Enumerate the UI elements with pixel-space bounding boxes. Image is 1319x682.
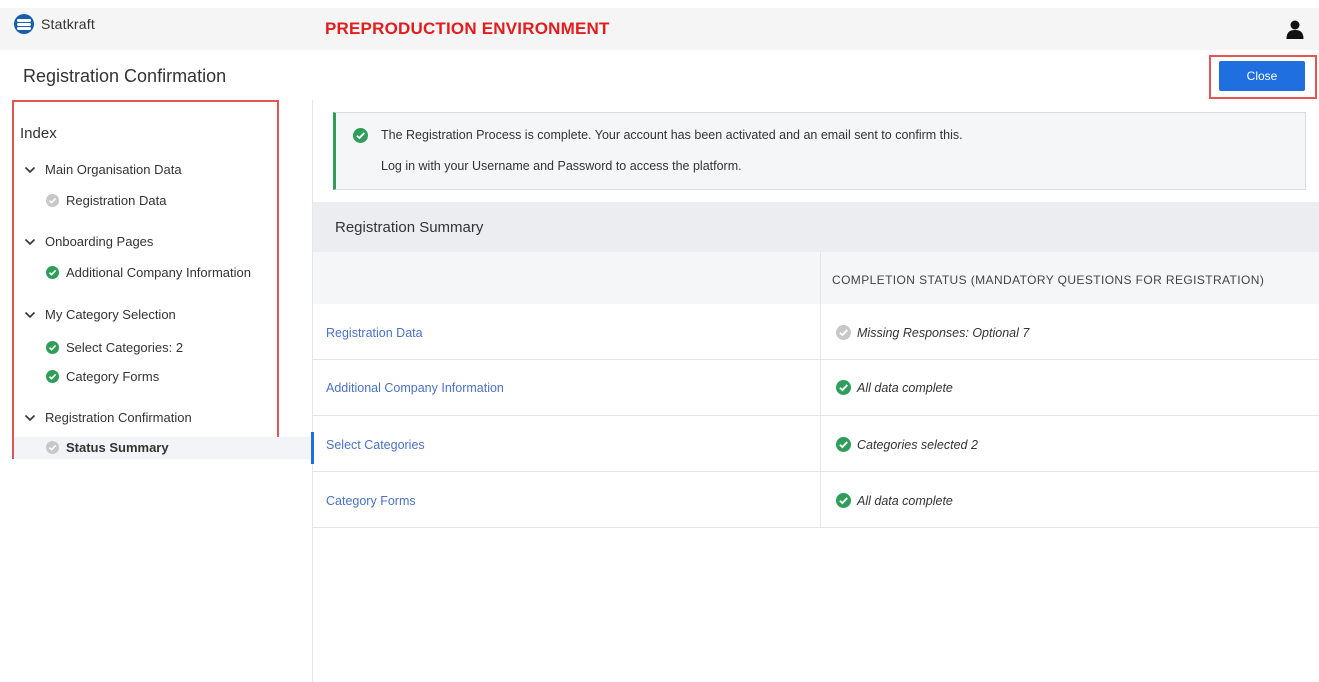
summary-title: Registration Summary — [335, 219, 484, 236]
chevron-down-icon — [24, 311, 36, 318]
check-circle-icon — [353, 128, 368, 143]
check-circle-icon — [836, 437, 851, 452]
row-divider — [313, 471, 1319, 472]
sidebar-item-label: Registration Data — [66, 193, 167, 208]
sidebar-item-label: Category Forms — [66, 369, 160, 384]
sidebar-item-label: Additional Company Information — [66, 265, 251, 280]
table-row-link-category-forms[interactable]: Category Forms — [326, 494, 416, 508]
chevron-down-icon — [24, 166, 36, 173]
sidebar-group-registration-confirmation[interactable]: Registration Confirmation — [24, 410, 192, 425]
brand-name: Statkraft — [41, 16, 95, 32]
table-row-status: All data complete — [836, 493, 953, 508]
sidebar-group-label: Registration Confirmation — [45, 410, 192, 425]
table-row-status: Categories selected 2 — [836, 437, 978, 452]
success-banner — [333, 112, 1306, 190]
chevron-down-icon — [24, 414, 36, 421]
table-row-link-additional-company-information[interactable]: Additional Company Information — [326, 381, 504, 395]
incomplete-status-icon — [836, 325, 851, 340]
top-header — [0, 0, 1319, 50]
sidebar-group-onboarding-pages[interactable]: Onboarding Pages — [24, 234, 153, 249]
status-text: All data complete — [857, 380, 953, 395]
user-icon[interactable] — [1286, 20, 1304, 39]
sidebar-group-label: Onboarding Pages — [45, 234, 154, 249]
sidebar-item-select-categories[interactable]: Select Categories: 2 — [46, 340, 183, 355]
table-row-link-registration-data[interactable]: Registration Data — [326, 326, 423, 340]
banner-message: The Registration Process is complete. Yo… — [381, 128, 963, 142]
sidebar-divider — [312, 100, 313, 682]
sidebar-group-main-organisation-data[interactable]: Main Organisation Data — [24, 162, 182, 177]
table-row-link-select-categories[interactable]: Select Categories — [326, 438, 425, 452]
chevron-down-icon — [24, 238, 36, 245]
sidebar-item-category-forms[interactable]: Category Forms — [46, 369, 159, 384]
sidebar-item-additional-company-information[interactable]: Additional Company Information — [46, 265, 251, 280]
sidebar-group-label: My Category Selection — [45, 307, 176, 322]
check-circle-icon — [836, 380, 851, 395]
check-circle-icon — [836, 493, 851, 508]
page-title: Registration Confirmation — [23, 66, 227, 86]
status-text: Missing Responses: Optional 7 — [857, 325, 1030, 340]
status-text: All data complete — [857, 493, 953, 508]
row-divider — [313, 415, 1319, 416]
status-text: Categories selected 2 — [857, 437, 978, 452]
check-circle-icon — [46, 266, 59, 279]
banner-instruction: Log in with your Username and Password t… — [381, 159, 742, 173]
row-divider — [313, 527, 1319, 528]
sidebar-item-registration-data[interactable]: Registration Data — [46, 193, 166, 208]
sidebar-item-status-summary[interactable]: Status Summary — [46, 440, 169, 455]
brand[interactable]: Statkraft — [14, 12, 95, 36]
check-circle-icon — [46, 370, 59, 383]
check-circle-icon — [46, 341, 59, 354]
statkraft-logo-icon — [14, 14, 34, 34]
active-row-indicator — [311, 432, 314, 464]
table-row-status: Missing Responses: Optional 7 — [836, 325, 1029, 340]
column-separator — [820, 252, 821, 528]
row-divider — [313, 359, 1319, 360]
incomplete-status-icon — [46, 194, 59, 207]
sidebar-item-label: Select Categories: 2 — [66, 340, 184, 355]
sidebar-item-label: Status Summary — [66, 440, 169, 455]
sidebar-group-label: Main Organisation Data — [45, 162, 182, 177]
sidebar-group-my-category-selection[interactable]: My Category Selection — [24, 307, 176, 322]
table-row-status: All data complete — [836, 380, 953, 395]
incomplete-status-icon — [46, 441, 59, 454]
environment-label: PREPRODUCTION ENVIRONMENT — [325, 19, 610, 38]
close-button[interactable]: Close — [1219, 61, 1305, 91]
index-title: Index — [20, 125, 57, 142]
column-header: COMPLETION STATUS (MANDATORY QUESTIONS F… — [832, 273, 1265, 287]
